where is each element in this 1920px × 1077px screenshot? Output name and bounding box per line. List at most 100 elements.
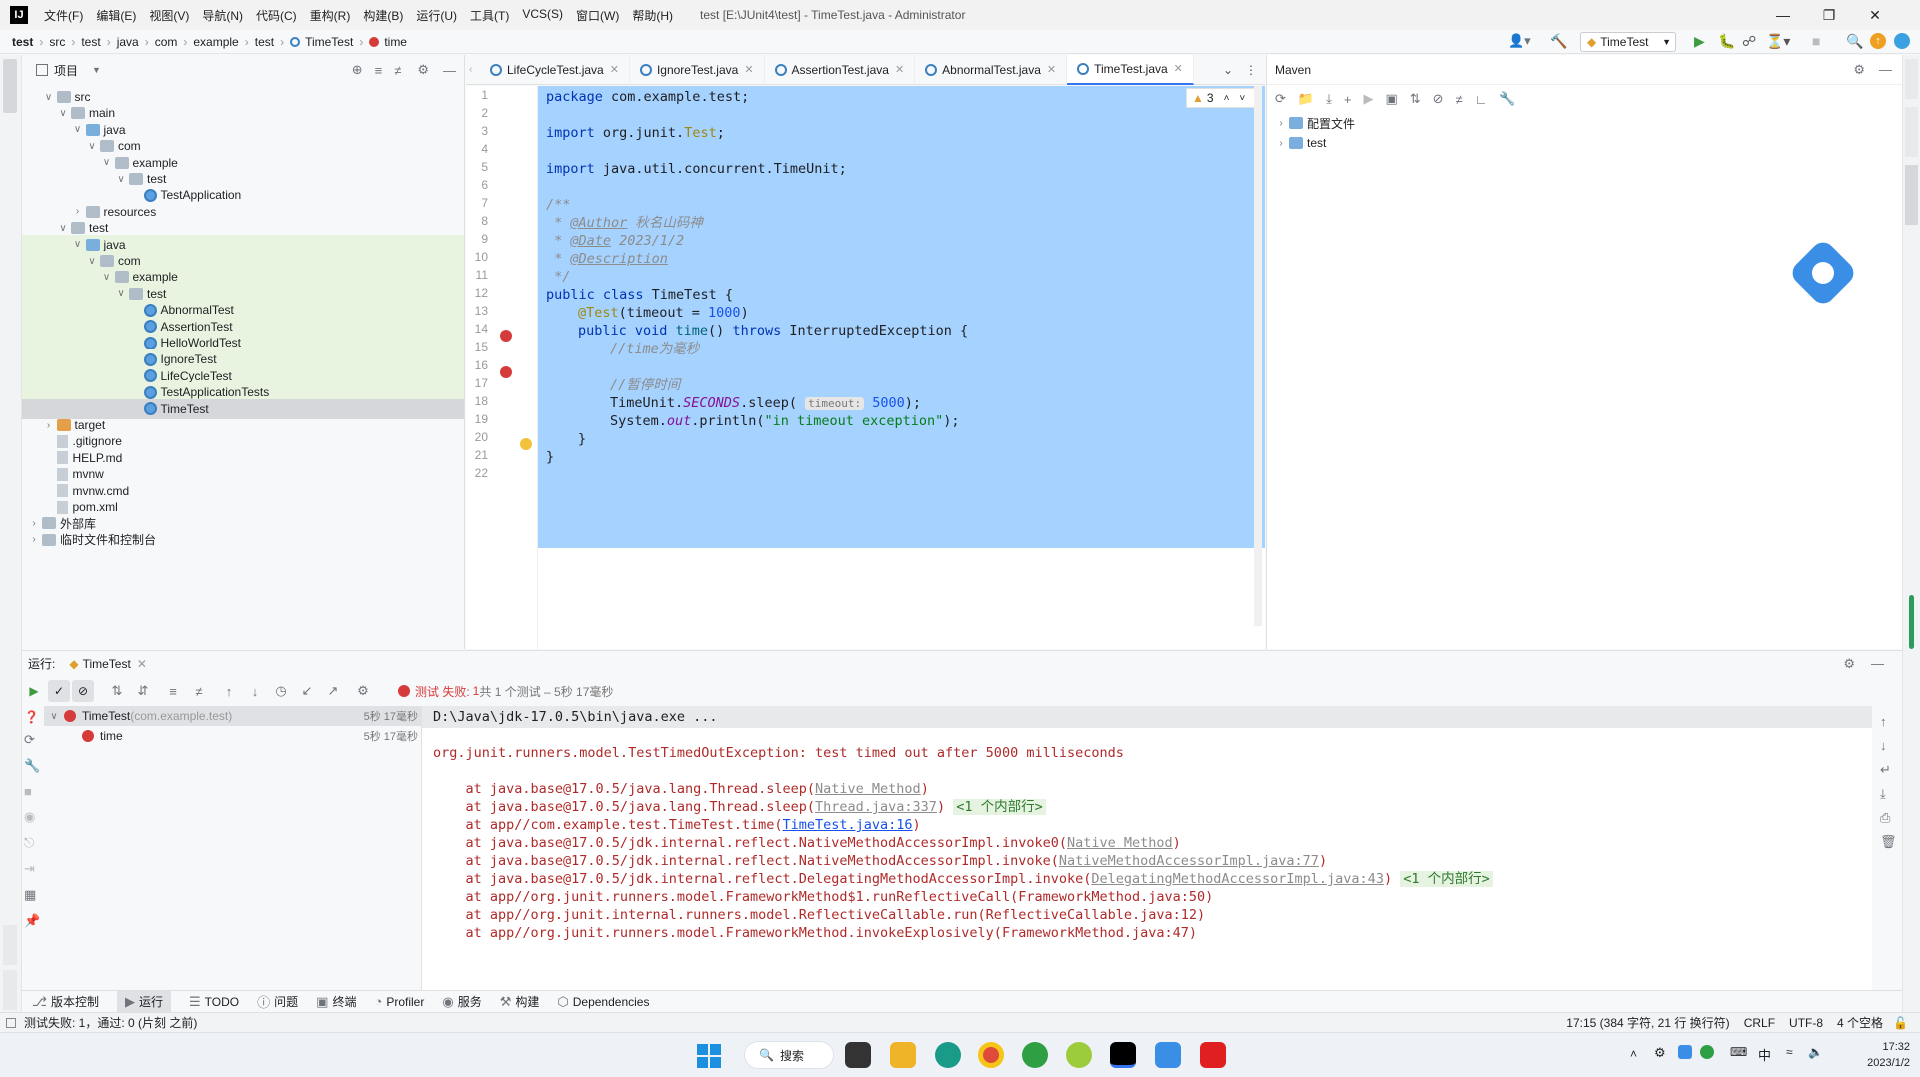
tool-tab-7[interactable]: ⚒ 构建 <box>500 993 540 1010</box>
menu-item[interactable]: VCS(S) <box>522 7 563 24</box>
run-config-select[interactable]: ◆ TimeTest ▼ <box>1580 32 1676 52</box>
toggle-auto-test-icon[interactable]: ⟳ <box>24 732 35 748</box>
test-result-row[interactable]: time 5秒 17毫秒 <box>44 726 422 746</box>
gear-icon[interactable]: ⚙ <box>417 62 429 78</box>
chrome-icon[interactable] <box>978 1042 1004 1068</box>
run-icon[interactable]: ▶ <box>1694 33 1705 50</box>
windows-start-icon[interactable] <box>697 1044 721 1068</box>
tool-tab-2[interactable]: ☰ TODO <box>189 994 239 1010</box>
run-tab-label[interactable]: TimeTest <box>83 657 131 671</box>
arrow-up-icon[interactable]: ↑ <box>1880 714 1887 729</box>
hide-icon[interactable]: — <box>443 63 456 78</box>
menu-item[interactable]: 导航(N) <box>202 7 243 24</box>
maven-tree-item[interactable]: › 配置文件 <box>1267 113 1902 133</box>
chevron-down-icon[interactable]: ∨ <box>57 108 69 119</box>
chevron-up-icon[interactable]: ˄ <box>1224 93 1230 104</box>
bookmarks-tool-tab[interactable] <box>3 970 17 1010</box>
stack-link[interactable]: Native Method <box>815 781 921 797</box>
chevron-down-icon[interactable]: ∨ <box>101 272 113 283</box>
chevron-up-icon[interactable]: ˄ <box>1630 1047 1637 1061</box>
toggle-offline-icon[interactable]: ⇅ <box>1410 91 1421 107</box>
scroll-left-icon[interactable]: ‹ <box>466 64 480 75</box>
file-encoding[interactable]: UTF-8 <box>1789 1016 1823 1030</box>
chevron-down-icon[interactable]: ∨ <box>115 288 127 299</box>
camera-icon[interactable]: ◉ <box>24 809 35 825</box>
line-separator[interactable]: CRLF <box>1744 1016 1775 1030</box>
youdao-icon[interactable] <box>1200 1042 1226 1068</box>
project-panel-title[interactable]: 项目 <box>54 62 78 79</box>
bird-tray-icon[interactable] <box>1678 1045 1692 1059</box>
folded-lines[interactable]: <1 个内部行> <box>953 799 1046 815</box>
chevron-down-icon[interactable]: ∨ <box>101 157 113 168</box>
intellij-logo-icon[interactable]: IJ <box>10 6 28 24</box>
show-passed-icon[interactable]: ✓ <box>48 680 70 702</box>
reload-folder-icon[interactable]: 📁 <box>1298 91 1314 107</box>
chevron-down-icon[interactable]: ▼ <box>92 65 101 75</box>
breadcrumb-item[interactable]: TimeTest <box>290 35 353 49</box>
chevron-down-icon[interactable]: ∨ <box>72 124 84 135</box>
taskbar-clock[interactable]: 17:32 2023/1/2 <box>1850 1039 1910 1071</box>
green-app-icon[interactable] <box>1022 1042 1048 1068</box>
menu-item[interactable]: 工具(T) <box>470 7 509 24</box>
file-explorer-icon[interactable] <box>890 1042 916 1068</box>
task-view-icon[interactable] <box>845 1042 871 1068</box>
close-icon[interactable]: ✕ <box>1047 63 1056 76</box>
update-icon[interactable]: ↑ <box>1870 33 1886 49</box>
coverage-icon[interactable]: ☍ <box>1742 33 1756 50</box>
toolbox-icon[interactable] <box>1894 33 1910 49</box>
print-icon[interactable]: ⎙ <box>1880 810 1890 826</box>
inspection-widget[interactable]: ▲ 3 ˄ ˅ <box>1186 88 1262 108</box>
stack-link[interactable]: TimeTest.java:16 <box>783 817 913 833</box>
chevron-down-icon[interactable]: ˅ <box>1239 93 1245 104</box>
stack-link[interactable]: Native Method <box>1067 835 1173 851</box>
add-icon[interactable]: + <box>1344 92 1352 107</box>
debug-failed-icon[interactable]: ❓ <box>24 710 44 724</box>
build-hammer-icon[interactable]: 🔨 <box>1550 33 1568 51</box>
close-icon[interactable]: ✕ <box>137 657 147 671</box>
bird-app-icon[interactable] <box>1155 1042 1181 1068</box>
pin-icon[interactable]: 📌 <box>24 913 40 929</box>
chevron-right-icon[interactable]: › <box>1275 138 1287 149</box>
close-icon[interactable]: ✕ <box>1174 62 1183 75</box>
chevron-right-icon[interactable]: › <box>1275 118 1287 129</box>
lightbulb-icon[interactable] <box>520 438 532 450</box>
chevron-down-icon[interactable]: ∨ <box>115 174 127 185</box>
close-icon[interactable]: ✕ <box>744 63 753 76</box>
rerun-icon[interactable]: ▶ <box>22 684 46 698</box>
expand-all-icon[interactable]: ≡ <box>162 684 184 699</box>
structure-tool-tab[interactable] <box>3 925 17 965</box>
folded-lines[interactable]: <1 个内部行> <box>1400 871 1493 887</box>
chevron-down-icon[interactable]: ⌄ <box>1223 63 1233 77</box>
tool-tab-3[interactable]: ⓘ 问题 <box>257 992 298 1011</box>
breadcrumb-item[interactable]: test <box>81 35 100 49</box>
run-test-icon[interactable] <box>500 330 512 342</box>
scroll-to-end-icon[interactable]: ⤓ <box>1880 786 1886 802</box>
volume-icon[interactable]: 🔈 <box>1808 1045 1823 1059</box>
breadcrumb-item[interactable]: test <box>12 35 33 49</box>
soft-wrap-icon[interactable]: ↵ <box>1880 762 1891 778</box>
more-icon[interactable]: ⋮ <box>1245 63 1257 77</box>
notifications-tool-tab[interactable] <box>1905 59 1918 99</box>
tree-item[interactable]: › 临时文件和控制台 <box>22 530 464 550</box>
chevron-right-icon[interactable]: › <box>28 534 40 545</box>
skip-tests-icon[interactable]: ⊘ <box>1433 91 1444 107</box>
hide-icon[interactable]: — <box>1879 62 1892 77</box>
database-tool-tab[interactable] <box>1905 107 1918 157</box>
tool-tab-6[interactable]: ◉ 服务 <box>442 993 481 1010</box>
stop-icon[interactable]: ■ <box>24 784 32 799</box>
locate-icon[interactable]: ⊕ <box>352 62 363 78</box>
tab-ignoretest[interactable]: IgnoreTest.java ✕ <box>630 54 765 85</box>
export-icon[interactable]: ⇥ <box>24 861 35 877</box>
chevron-down-icon[interactable]: ∨ <box>57 223 69 234</box>
menu-item[interactable]: 重构(R) <box>310 7 351 24</box>
menu-item[interactable]: 编辑(E) <box>96 7 136 24</box>
execute-goal-icon[interactable]: ▣ <box>1385 91 1397 107</box>
menu-item[interactable]: 窗口(W) <box>576 7 619 24</box>
layout-icon[interactable]: ▦ <box>24 887 36 903</box>
menu-item[interactable]: 文件(F) <box>44 7 83 24</box>
menu-item[interactable]: 帮助(H) <box>632 7 673 24</box>
menu-item[interactable]: 运行(U) <box>416 7 457 24</box>
run-icon[interactable]: ▶ <box>1363 91 1373 107</box>
breadcrumb-item[interactable]: com <box>155 35 178 49</box>
lock-icon[interactable]: 🔓 <box>1893 1016 1908 1030</box>
